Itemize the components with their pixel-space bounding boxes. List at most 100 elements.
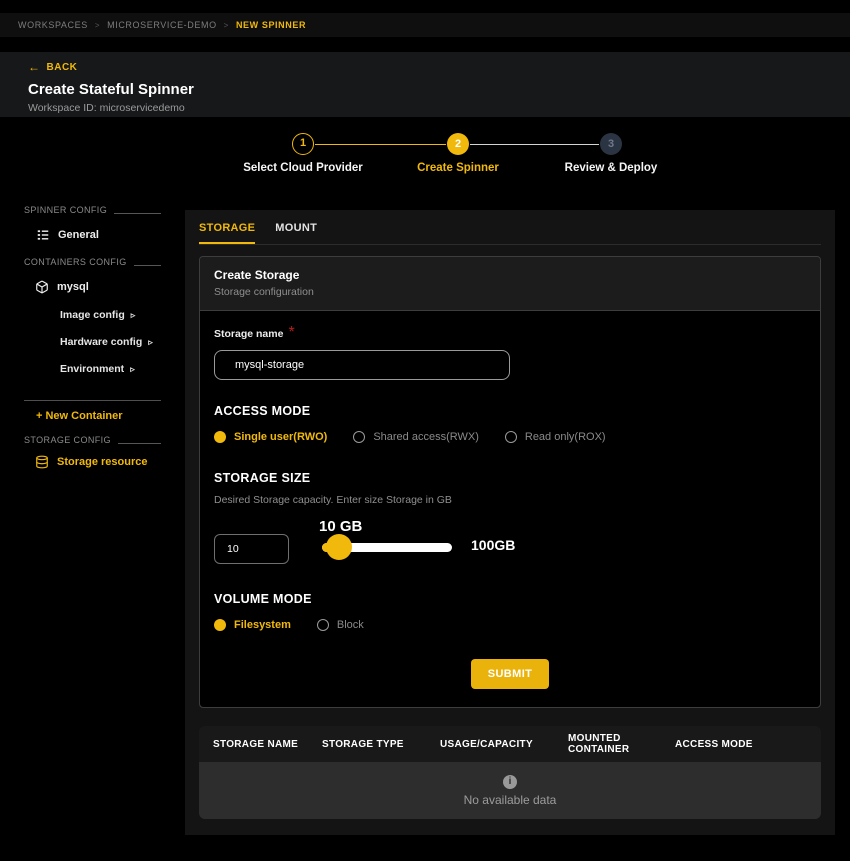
tab-storage[interactable]: STORAGE — [199, 222, 256, 244]
step-2-circle[interactable]: 2 — [447, 133, 469, 155]
expand-arrow-icon: ▹ — [130, 363, 135, 374]
main-panel: STORAGE MOUNT Create Storage Storage con… — [185, 210, 835, 835]
section-rule — [117, 443, 161, 444]
card-title: Create Storage — [214, 268, 300, 282]
column-mounted-container: MOUNTED CONTAINER — [568, 733, 630, 755]
sidebar-item-label: mysql — [57, 281, 89, 293]
slider-max-label: 100GB — [471, 537, 516, 553]
radio-read-only-rox[interactable]: Read only(ROX) — [504, 431, 606, 443]
expand-arrow-icon: ▹ — [130, 309, 136, 320]
step-1-circle[interactable]: 1 — [292, 133, 314, 155]
radio-label: Read only(ROX) — [524, 431, 606, 443]
sidebar-section-containers-config: CONTAINERS CONFIG — [24, 257, 161, 267]
slider-value-label: 10 GB — [319, 518, 363, 535]
column-storage-type: STORAGE TYPE — [322, 738, 404, 750]
sidebar-section-storage-config: STORAGE CONFIG — [24, 435, 161, 445]
sidebar-item-general[interactable]: General — [24, 228, 161, 242]
sidebar-item-environment[interactable]: Environment ▹ — [24, 363, 161, 375]
section-rule — [114, 213, 161, 214]
radio-label: Single user(RWO) — [234, 431, 328, 443]
radio-label: Block — [336, 619, 364, 631]
radio-selected-icon — [214, 431, 226, 443]
radio-block[interactable]: Block — [316, 619, 364, 631]
sidebar-subitem-label: Environment — [60, 363, 125, 375]
radio-shared-access-rwx[interactable]: Shared access(RWX) — [353, 431, 479, 443]
storage-table-empty-state: i No available data — [199, 762, 821, 819]
create-storage-card: Create Storage Storage configuration Sto… — [199, 256, 821, 708]
volume-mode-heading: VOLUME MODE — [214, 592, 312, 606]
radio-label: Filesystem — [234, 619, 291, 631]
slider-thumb[interactable] — [326, 534, 352, 560]
sidebar-item-image-config[interactable]: Image config ▹ — [24, 309, 161, 321]
breadcrumb-separator: > — [94, 20, 101, 30]
storage-size-slider: 10 GB — [319, 518, 452, 566]
tab-mount[interactable]: MOUNT — [275, 222, 317, 244]
radio-label: Shared access(RWX) — [373, 431, 479, 443]
back-arrow-icon: ← — [28, 60, 41, 74]
storage-size-controls: 10 GB 100GB — [214, 518, 806, 566]
stepper-connector-2 — [470, 144, 599, 145]
sidebar-item-label: Storage resource — [57, 456, 148, 468]
column-storage-name: STORAGE NAME — [213, 738, 299, 750]
workspace-id: Workspace ID: microservicedemo — [28, 102, 185, 114]
access-mode-options: Single user(RWO) Shared access(RWX) Read… — [214, 431, 806, 443]
sidebar-divider — [24, 400, 161, 401]
sidebar-section-label: STORAGE CONFIG — [24, 435, 111, 445]
info-icon: i — [503, 775, 517, 789]
stepper-connector-1 — [315, 144, 446, 145]
radio-unselected-icon — [353, 431, 366, 443]
sidebar-subitem-label: Image config — [60, 309, 125, 321]
submit-row: SUBMIT — [214, 659, 806, 689]
sidebar-item-label: General — [58, 229, 99, 241]
radio-single-user-rwo[interactable]: Single user(RWO) — [214, 431, 327, 443]
required-asterisk: * — [288, 324, 295, 341]
step-3-label: Review & Deploy — [564, 162, 658, 174]
page-header: ← BACK Create Stateful Spinner Workspace… — [0, 52, 850, 117]
sidebar: SPINNER CONFIG General CONTAINERS CONFIG… — [24, 205, 161, 469]
access-mode-heading: ACCESS MODE — [214, 404, 311, 418]
tab-bar: STORAGE MOUNT — [199, 210, 821, 245]
container-cube-icon — [35, 280, 49, 294]
storage-name-input[interactable] — [214, 350, 510, 380]
sidebar-item-storage-resource[interactable]: Storage resource — [24, 455, 161, 469]
column-access-mode: ACCESS MODE — [675, 738, 753, 750]
storage-table: STORAGE NAME STORAGE TYPE USAGE/CAPACITY… — [199, 726, 821, 819]
new-container-button[interactable]: + New Container — [24, 410, 161, 422]
sidebar-item-hardware-config[interactable]: Hardware config ▹ — [24, 336, 161, 348]
breadcrumb: WORKSPACES > MICROSERVICE-DEMO > NEW SPI… — [0, 13, 850, 37]
breadcrumb-item-current: NEW SPINNER — [235, 20, 307, 30]
storage-name-field: Storage name * — [214, 324, 806, 380]
list-settings-icon — [36, 228, 50, 242]
sidebar-subitem-label: Hardware config — [60, 336, 143, 348]
back-label: BACK — [46, 61, 78, 73]
storage-size-heading: STORAGE SIZE — [214, 471, 311, 485]
stepper: 1 2 3 Select Cloud Provider Create Spinn… — [0, 133, 850, 181]
radio-unselected-icon — [316, 619, 329, 631]
breadcrumb-item-workspaces[interactable]: WORKSPACES — [18, 20, 88, 30]
sidebar-section-label: CONTAINERS CONFIG — [24, 257, 127, 267]
step-3-circle[interactable]: 3 — [600, 133, 622, 155]
storage-size-description: Desired Storage capacity. Enter size Sto… — [214, 494, 452, 506]
radio-filesystem[interactable]: Filesystem — [214, 619, 291, 631]
storage-table-header: STORAGE NAME STORAGE TYPE USAGE/CAPACITY… — [199, 726, 821, 762]
empty-state-text: No available data — [463, 793, 557, 807]
storage-name-label: Storage name — [214, 328, 284, 340]
submit-button[interactable]: SUBMIT — [470, 659, 550, 689]
storage-size-input[interactable] — [214, 534, 289, 564]
volume-mode-options: Filesystem Block — [214, 619, 806, 631]
breadcrumb-item-workspace[interactable]: MICROSERVICE-DEMO — [107, 20, 217, 30]
page-title: Create Stateful Spinner — [28, 81, 194, 98]
access-mode-section: ACCESS MODE Single user(RWO) Shared acce… — [214, 404, 806, 443]
breadcrumb-separator: > — [223, 20, 229, 30]
sidebar-section-label: SPINNER CONFIG — [24, 205, 108, 215]
step-1-label: Select Cloud Provider — [243, 162, 363, 174]
section-rule — [133, 265, 161, 266]
back-button[interactable]: ← BACK — [28, 60, 850, 74]
volume-mode-section: VOLUME MODE Filesystem Block — [214, 592, 806, 631]
card-subtitle: Storage configuration — [214, 286, 314, 298]
expand-arrow-icon: ▹ — [148, 336, 153, 347]
radio-unselected-icon — [504, 431, 517, 443]
sidebar-item-mysql[interactable]: mysql — [24, 280, 161, 294]
column-usage-capacity: USAGE/CAPACITY — [440, 738, 533, 750]
storage-size-section: STORAGE SIZE Desired Storage capacity. E… — [214, 471, 806, 566]
